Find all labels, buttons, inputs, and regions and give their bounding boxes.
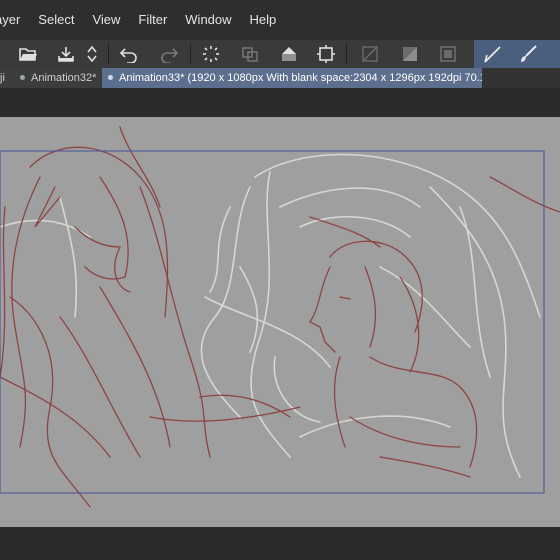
tab-animation33-label: Animation33* (1920 x 1080px With blank s… <box>119 72 482 84</box>
toolbar-divider <box>190 44 191 64</box>
brush-line-icon[interactable] <box>480 42 506 66</box>
tab-previous[interactable]: ji <box>0 68 14 88</box>
menu-select[interactable]: Select <box>29 0 83 40</box>
transform-icon[interactable] <box>237 42 263 66</box>
tab-status-dot <box>108 75 113 80</box>
toolbar-divider <box>346 44 347 64</box>
open-icon[interactable] <box>15 42 41 66</box>
frame-icon[interactable] <box>435 42 461 66</box>
redo-icon[interactable] <box>156 42 182 66</box>
toolbar-divider <box>108 44 109 64</box>
menu-view[interactable]: View <box>83 0 129 40</box>
save-icon[interactable] <box>53 42 79 66</box>
tab-animation33[interactable]: Animation33* (1920 x 1080px With blank s… <box>102 68 482 88</box>
menu-layer[interactable]: ayer <box>0 0 29 40</box>
menu-bar: ayer Select View Filter Window Help <box>0 0 560 40</box>
loading-icon[interactable] <box>198 42 224 66</box>
tab-animation32-label: Animation32* <box>31 72 97 84</box>
stepper-icon[interactable] <box>82 42 102 66</box>
menu-help[interactable]: Help <box>241 0 286 40</box>
fill-icon[interactable] <box>276 42 302 66</box>
undo-icon[interactable] <box>116 42 142 66</box>
frame-border <box>0 150 545 494</box>
menu-window[interactable]: Window <box>176 0 240 40</box>
tab-status-dot <box>20 75 25 80</box>
document-tab-bar: ji Animation32* Animation33* (1920 x 108… <box>0 68 560 88</box>
brush-icon[interactable] <box>516 42 542 66</box>
sketch-artwork <box>0 126 560 508</box>
gradient-icon[interactable] <box>397 42 423 66</box>
tab-animation32[interactable]: Animation32* <box>14 68 102 88</box>
menu-filter[interactable]: Filter <box>129 0 176 40</box>
drawing-canvas[interactable] <box>0 117 560 527</box>
crop-icon[interactable] <box>313 42 339 66</box>
pattern-icon[interactable] <box>357 42 383 66</box>
tab-previous-label: ji <box>0 72 5 84</box>
